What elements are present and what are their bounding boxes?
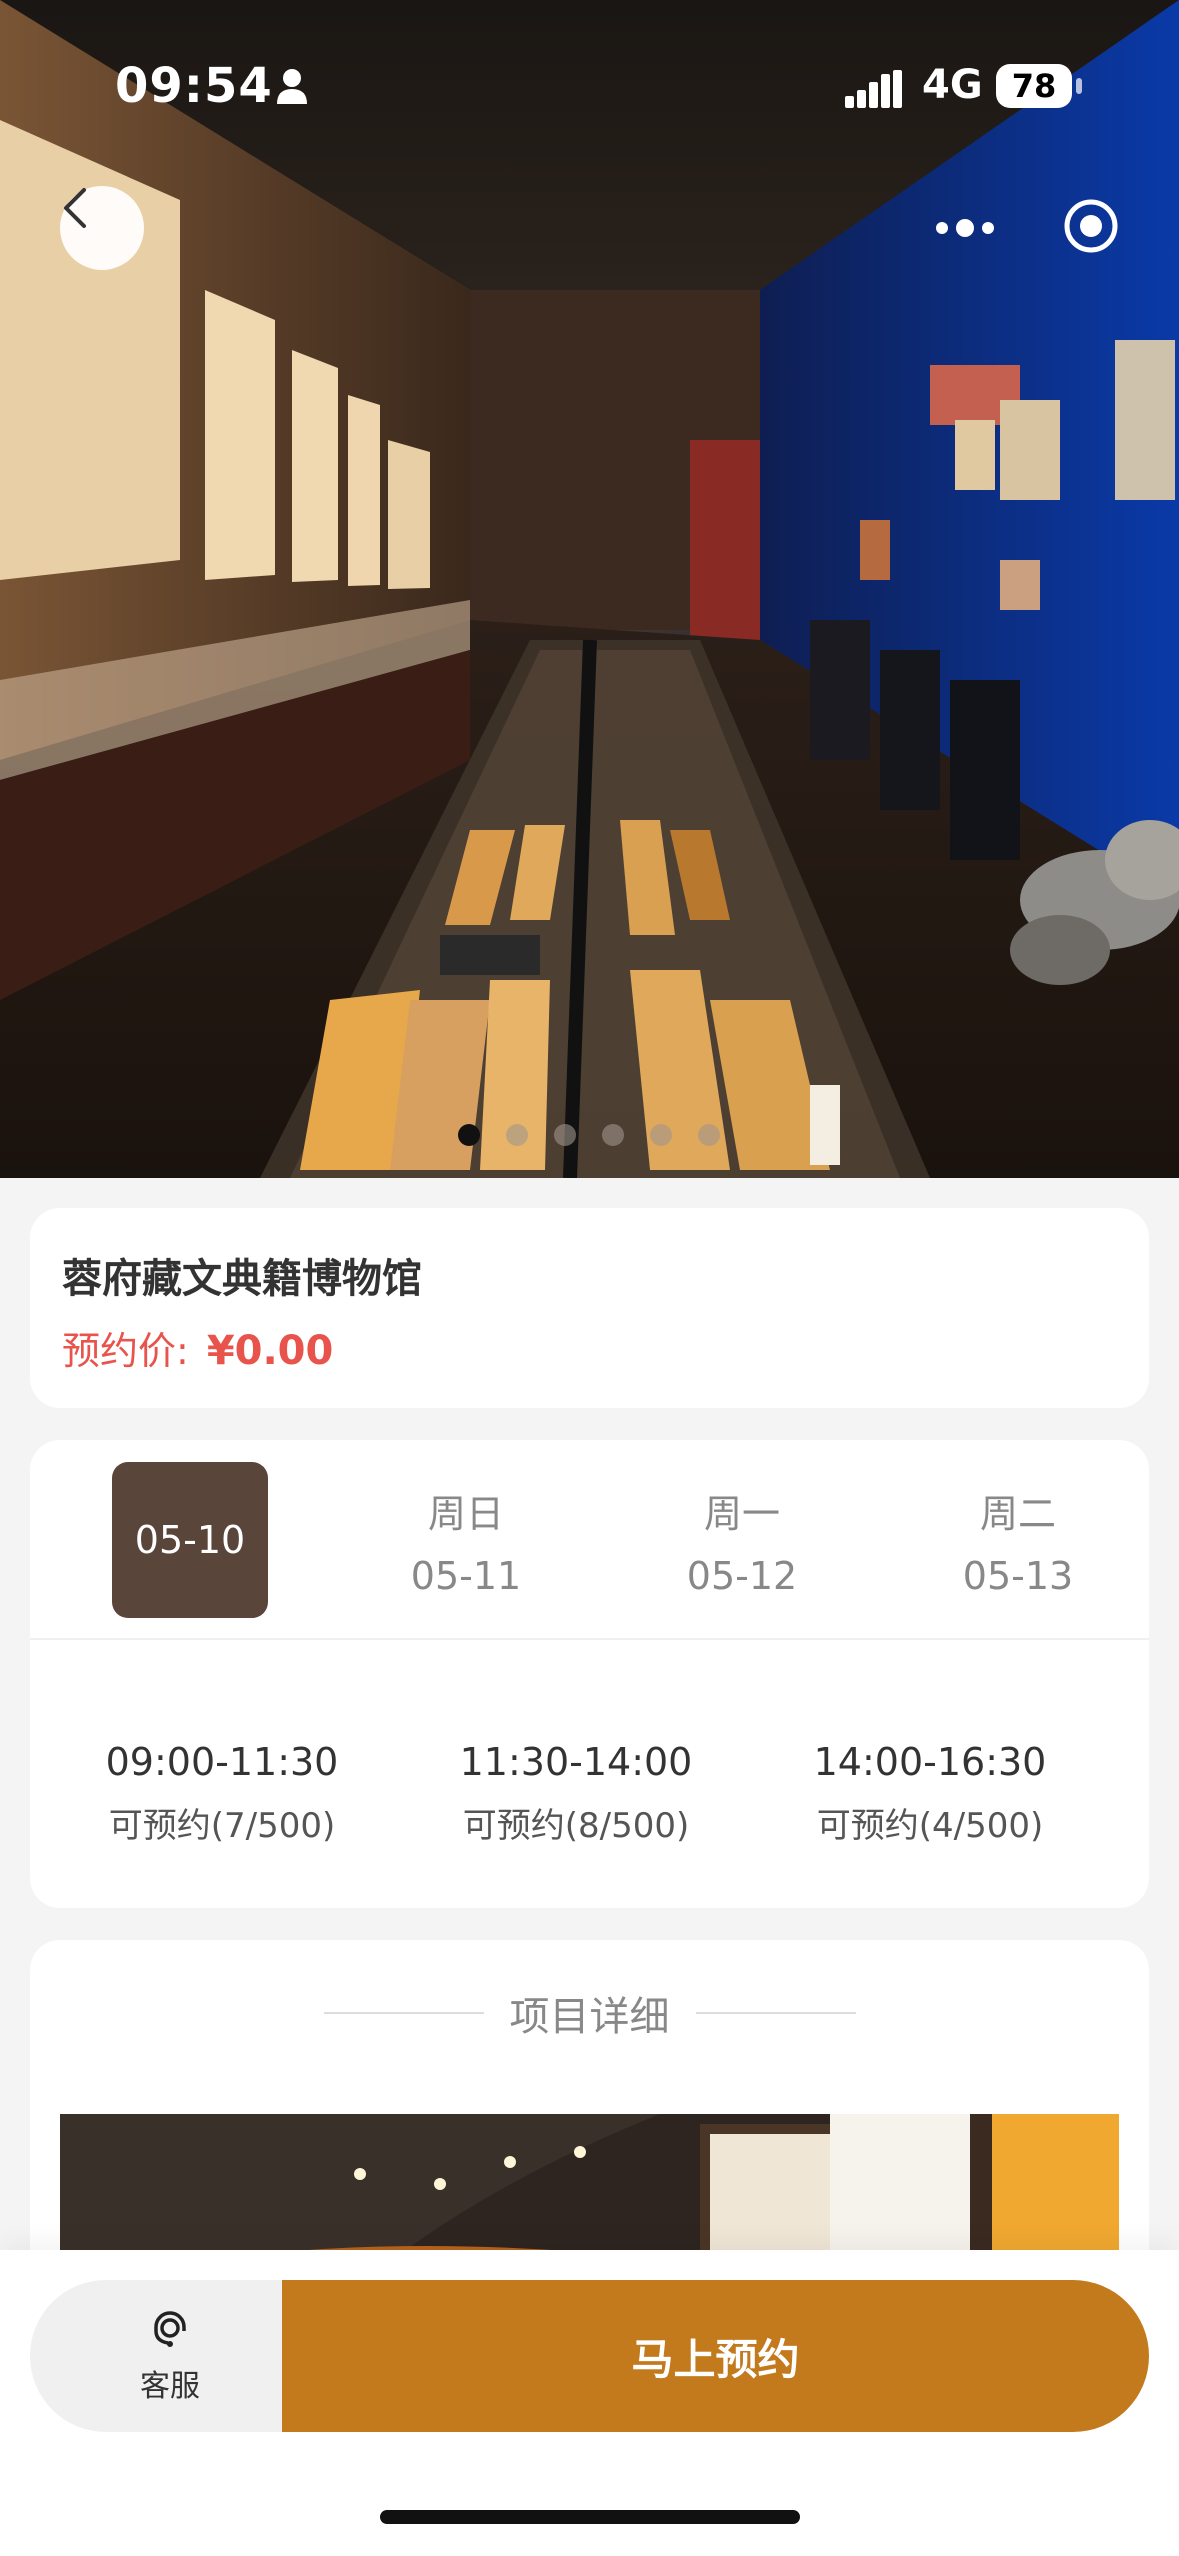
slot-time: 14:00-16:30 xyxy=(813,1740,1047,1784)
slot-time: 11:30-14:00 xyxy=(459,1740,693,1784)
target-circle-icon xyxy=(1064,199,1118,253)
headset-icon xyxy=(154,2311,186,2347)
app-page: 09:54 4G 78 蓉府藏文典籍博物馆 预约价: ¥0.00 05-10 周… xyxy=(0,0,1179,2556)
slot-time: 09:00-11:30 xyxy=(105,1740,339,1784)
close-miniprogram-button[interactable] xyxy=(1063,198,1123,258)
carousel-dot[interactable] xyxy=(458,1124,480,1146)
time-slot[interactable]: 14:00-16:30 可预约(4/500) xyxy=(780,1740,1080,1847)
carousel-dot[interactable] xyxy=(602,1124,624,1146)
date-label: 05-12 xyxy=(686,1553,798,1598)
service-label: 客服 xyxy=(140,2369,200,2404)
customer-service-button[interactable]: 客服 xyxy=(30,2280,310,2432)
slot-availability: 可预约(8/500) xyxy=(462,1806,690,1846)
weekday-label: 周二 xyxy=(979,1491,1056,1536)
weekday-label: 周一 xyxy=(703,1491,780,1536)
time-slot[interactable]: 11:30-14:00 可预约(8/500) xyxy=(426,1740,726,1847)
date-tab-0510[interactable]: 05-10 xyxy=(112,1462,268,1618)
detail-heading: 项目详细 xyxy=(30,1984,1149,2042)
divider xyxy=(30,1638,1149,1640)
divider xyxy=(695,2012,856,2014)
more-dots-icon xyxy=(936,222,948,234)
network-type: 4G xyxy=(922,62,983,108)
carousel-indicator xyxy=(458,1124,720,1146)
divider xyxy=(323,2012,484,2014)
date-label: 05-13 xyxy=(962,1553,1074,1598)
back-button[interactable] xyxy=(60,186,144,270)
exhibit-hall-photo xyxy=(0,0,1179,1178)
hero-carousel[interactable]: 09:54 4G 78 xyxy=(0,0,1179,1178)
date-tab-0511[interactable]: 周日 05-11 xyxy=(388,1462,544,1618)
book-now-button[interactable]: 马上预约 xyxy=(282,2280,1149,2432)
date-tab-0513[interactable]: 周二 05-13 xyxy=(940,1462,1096,1618)
price-label: 预约价: xyxy=(62,1329,189,1373)
more-button[interactable] xyxy=(930,200,1000,256)
home-indicator xyxy=(380,2510,800,2524)
price-value: ¥0.00 xyxy=(206,1328,334,1374)
time-slot[interactable]: 09:00-11:30 可预约(7/500) xyxy=(72,1740,372,1847)
slot-availability: 可预约(7/500) xyxy=(108,1806,336,1846)
price-row: 预约价: ¥0.00 xyxy=(62,1320,333,1375)
battery-indicator: 78 xyxy=(996,64,1072,108)
chevron-left-icon xyxy=(64,188,86,228)
carousel-dot[interactable] xyxy=(506,1124,528,1146)
schedule-card: 05-10 周日 05-11 周一 05-12 周二 05-13 09:00-1… xyxy=(30,1440,1149,1908)
carousel-dot[interactable] xyxy=(650,1124,672,1146)
date-tab-0512[interactable]: 周一 05-12 xyxy=(664,1462,820,1618)
status-time: 09:54 xyxy=(115,58,273,114)
battery-tip-icon xyxy=(1076,78,1082,94)
slot-availability: 可预约(4/500) xyxy=(816,1806,1044,1846)
weekday-label: 周日 xyxy=(427,1491,504,1536)
date-label: 05-10 xyxy=(134,1518,246,1562)
carousel-dot[interactable] xyxy=(554,1124,576,1146)
museum-info-card: 蓉府藏文典籍博物馆 预约价: ¥0.00 xyxy=(30,1208,1149,1408)
carousel-dot[interactable] xyxy=(698,1124,720,1146)
date-label: 05-11 xyxy=(410,1553,522,1598)
detail-title: 项目详细 xyxy=(509,1994,670,2040)
museum-name: 蓉府藏文典籍博物馆 xyxy=(62,1256,422,1302)
